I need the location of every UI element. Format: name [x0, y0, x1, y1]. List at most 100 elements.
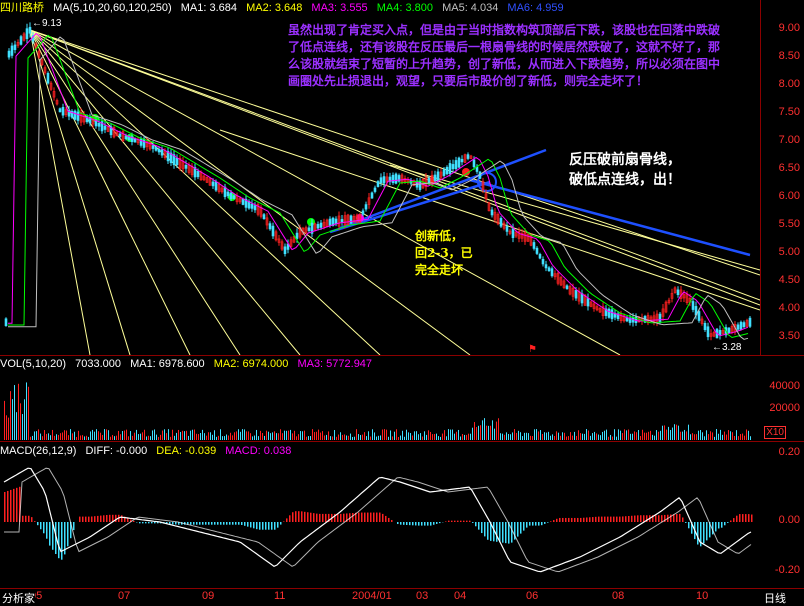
- volume-bar: [198, 434, 199, 440]
- macd-bar: [487, 522, 489, 540]
- volume-y-axis: 40000 20000 X10: [760, 356, 804, 441]
- volume-bar: [708, 434, 709, 440]
- volume-bar: [238, 429, 239, 440]
- macd-bar: [457, 520, 459, 522]
- macd-bar: [97, 515, 99, 522]
- candle-body: [607, 308, 611, 318]
- macd-bar: [418, 522, 420, 526]
- macd-bar: [601, 516, 603, 522]
- volume-bar: [52, 429, 53, 440]
- volume-chart[interactable]: [0, 356, 760, 441]
- volume-bar: [458, 429, 459, 440]
- macd-bar: [466, 520, 468, 522]
- macd-bar: [235, 522, 237, 525]
- macd-bar: [244, 522, 246, 526]
- volume-bar: [446, 436, 447, 440]
- volume-bar: [580, 433, 581, 440]
- volume-bar: [578, 430, 579, 440]
- volume-bar: [524, 432, 525, 440]
- macd-bar: [541, 522, 543, 526]
- candle-body: [10, 45, 14, 56]
- macd-bar: [145, 522, 147, 524]
- candle-body: [184, 164, 188, 169]
- volume-bar: [560, 435, 561, 440]
- volume-bar: [76, 436, 77, 440]
- candle-body: [739, 321, 743, 330]
- macd-bar: [430, 522, 432, 526]
- volume-bar: [614, 429, 615, 440]
- x-tick: 04: [454, 590, 467, 602]
- volume-bar: [648, 431, 649, 440]
- volume-bar: [208, 432, 209, 440]
- volume-bar: [412, 435, 413, 440]
- volume-bar: [718, 433, 719, 440]
- macd-bar: [412, 522, 414, 526]
- volume-bar: [30, 436, 31, 440]
- volume-bar: [222, 436, 223, 440]
- macd-chart[interactable]: [0, 442, 760, 588]
- macd-bar: [253, 522, 255, 529]
- volume-bar: [166, 433, 167, 440]
- macd-bar: [481, 522, 483, 534]
- volume-bar: [278, 433, 279, 440]
- volume-bar: [404, 436, 405, 440]
- volume-bar: [138, 434, 139, 440]
- macd-bar: [172, 522, 174, 525]
- volume-bar: [26, 382, 27, 440]
- macd-bar: [733, 518, 735, 522]
- volume-bar: [170, 436, 171, 440]
- macd-bar: [682, 517, 684, 522]
- macd-bar: [100, 515, 102, 522]
- volume-bar: [418, 434, 419, 440]
- volume-bar: [102, 434, 103, 440]
- volume-bar: [550, 435, 551, 440]
- volume-bar: [694, 434, 695, 440]
- volume-bar: [126, 429, 127, 440]
- candle-body: [232, 195, 236, 199]
- volume-bar: [716, 429, 717, 440]
- candle-body: [58, 108, 62, 113]
- macd-bar: [706, 522, 708, 541]
- price-y-axis: 9.00 8.50 8.00 7.50 7.00 6.50 6.00 5.50 …: [760, 0, 804, 355]
- volume-bar: [674, 424, 675, 440]
- volume-bar: [218, 435, 219, 440]
- volume-bar: [84, 436, 85, 440]
- volume-bar: [662, 425, 663, 440]
- volume-bar: [556, 431, 557, 440]
- volume-bars: [4, 382, 751, 440]
- macd-bar: [205, 522, 207, 525]
- volume-bar: [612, 436, 613, 440]
- candle-body: [340, 219, 344, 223]
- volume-bar: [688, 424, 689, 440]
- volume-bar: [86, 435, 87, 440]
- volume-bar: [724, 431, 725, 440]
- macd-bar: [556, 518, 558, 522]
- macd-bar: [574, 517, 576, 522]
- macd-bar: [175, 522, 177, 525]
- macd-bar: [202, 522, 204, 525]
- candle-body: [379, 177, 383, 183]
- volume-bar: [254, 435, 255, 440]
- macd-bar: [361, 512, 363, 522]
- macd-bar: [277, 522, 279, 528]
- volume-bar: [72, 433, 73, 440]
- candle-body: [466, 154, 470, 159]
- volume-bar: [610, 434, 611, 440]
- macd-bar: [322, 513, 324, 522]
- macd-bar: [10, 489, 12, 522]
- volume-bar: [632, 433, 633, 440]
- macd-bar: [520, 522, 522, 534]
- volume-bar: [258, 436, 259, 440]
- volume-bar: [372, 429, 373, 440]
- volume-bar: [644, 432, 645, 440]
- period-selector[interactable]: 日线: [764, 590, 786, 606]
- x-tick: 09: [202, 590, 215, 602]
- volume-bar: [520, 432, 521, 440]
- macd-bar: [724, 522, 726, 526]
- volume-bar: [284, 430, 285, 440]
- volume-bar: [564, 432, 565, 440]
- volume-bar: [684, 429, 685, 440]
- macd-bar: [325, 513, 327, 522]
- volume-bar: [406, 429, 407, 440]
- candle-body: [499, 218, 503, 227]
